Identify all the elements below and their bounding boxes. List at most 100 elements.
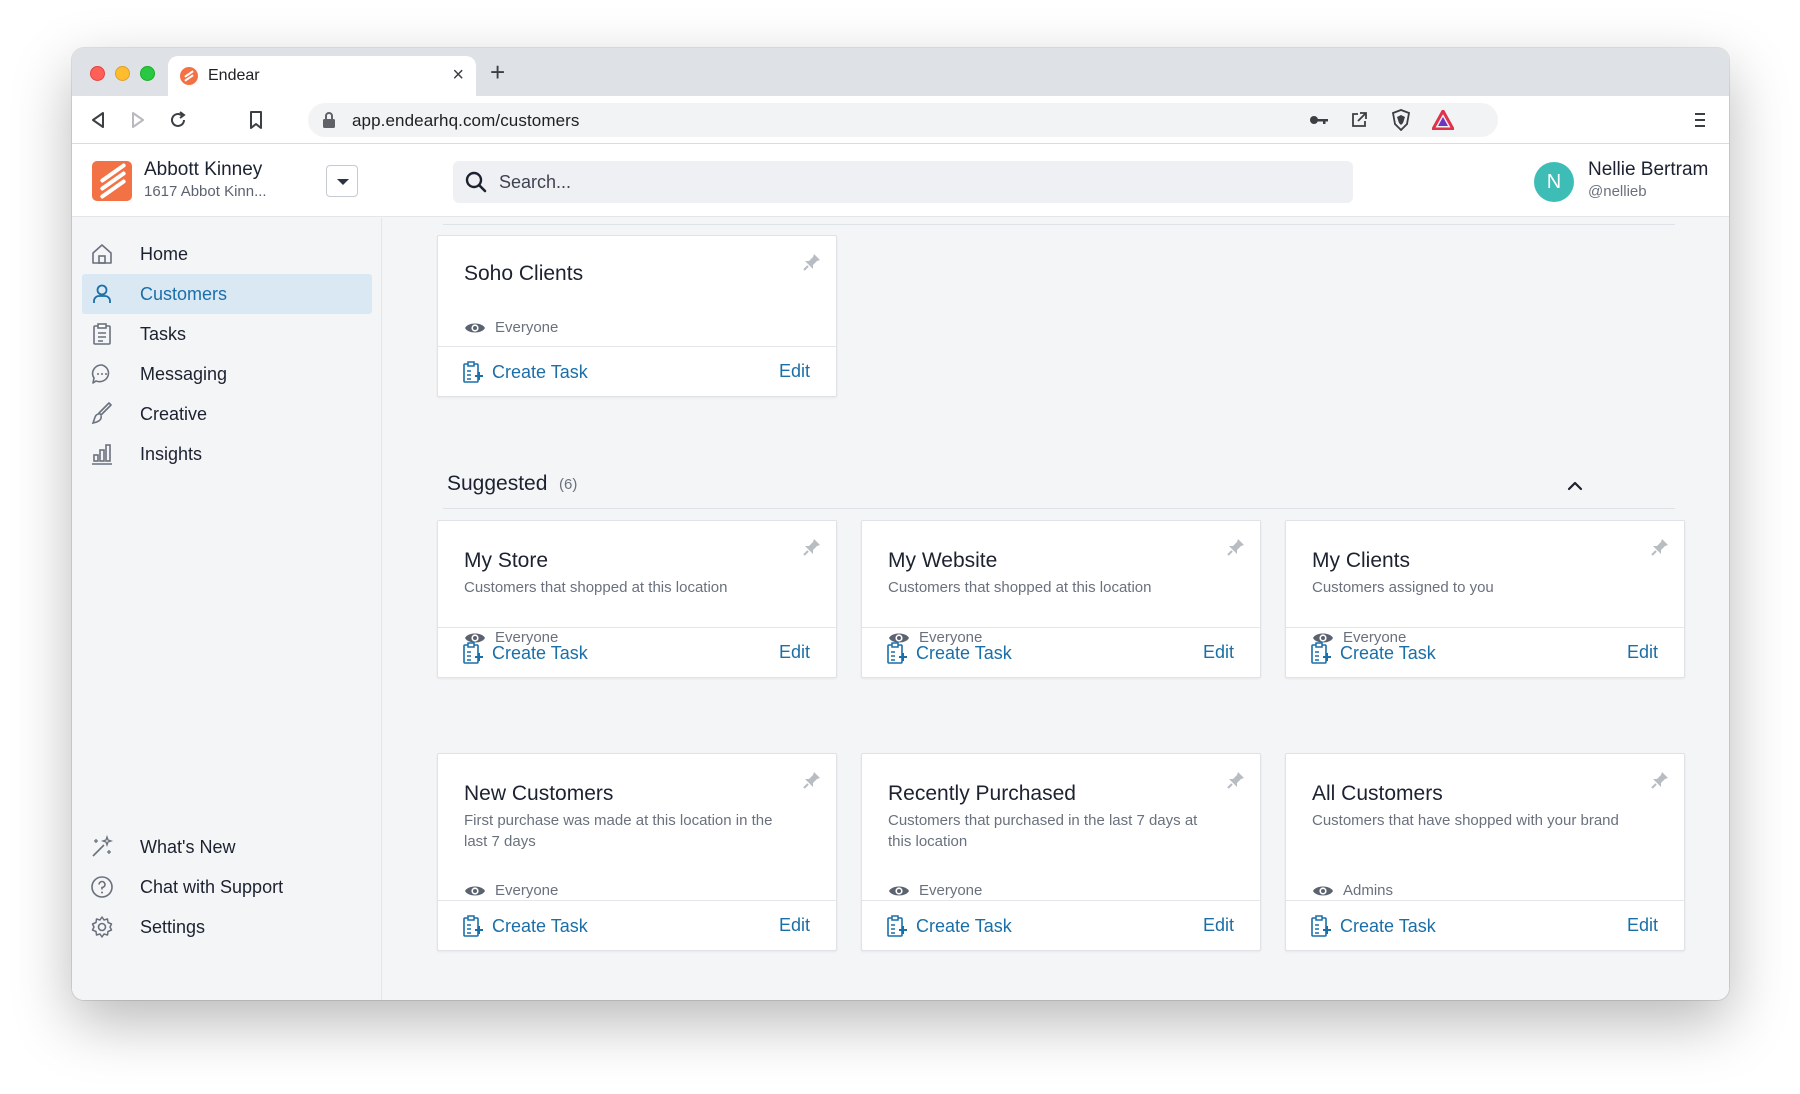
create-task-icon — [463, 361, 483, 383]
edit-link[interactable]: Edit — [779, 361, 810, 382]
sidebar-item-label: Messaging — [140, 364, 228, 384]
create-task-label: Create Task — [916, 915, 1012, 936]
pin-icon[interactable] — [802, 537, 822, 562]
back-icon[interactable] — [86, 108, 110, 132]
close-window-button[interactable] — [90, 66, 105, 81]
pin-icon[interactable] — [1650, 537, 1670, 562]
visibility-label: Everyone — [919, 882, 983, 899]
create-task-label: Create Task — [492, 361, 588, 382]
edit-link[interactable]: Edit — [1627, 642, 1658, 663]
segment-card[interactable]: New Customers First purchase was made at… — [437, 753, 837, 951]
card-description: Customers that shopped at this location — [888, 579, 1152, 596]
pin-icon[interactable] — [1226, 770, 1246, 795]
sidebar-item-customers[interactable]: Customers — [82, 274, 372, 314]
sidebar-item-messaging[interactable]: Messaging — [82, 354, 372, 394]
key-icon[interactable] — [1308, 109, 1330, 131]
app: Abbott Kinney 1617 Abbot Kinn... N Nelli… — [72, 145, 1729, 1000]
endear-logo-icon[interactable] — [92, 161, 132, 201]
user-icon — [90, 282, 114, 306]
create-task-label: Create Task — [1340, 915, 1436, 936]
card-title: Soho Clients — [464, 262, 584, 285]
segment-card[interactable]: All Customers Customers that have shoppe… — [1285, 753, 1685, 951]
pin-icon[interactable] — [1650, 770, 1670, 795]
create-task-button[interactable]: Create Task — [1310, 641, 1436, 665]
edit-link[interactable]: Edit — [1627, 915, 1658, 936]
eye-icon — [465, 886, 485, 895]
visibility: Everyone — [464, 882, 558, 899]
edit-link[interactable]: Edit — [1203, 915, 1234, 936]
sidebar-item-creative[interactable]: Creative — [82, 394, 372, 434]
section-title: Suggested — [447, 472, 548, 495]
browser-tab[interactable]: Endear × — [168, 56, 476, 96]
brave-shield-icon[interactable] — [1390, 109, 1412, 131]
create-task-button[interactable]: Create Task — [462, 641, 588, 665]
create-task-button[interactable]: Create Task — [886, 914, 1012, 938]
visibility: Everyone — [464, 319, 558, 336]
sidebar-item-settings[interactable]: Settings — [82, 907, 372, 947]
card-title: My Clients — [1312, 549, 1411, 572]
create-task-button[interactable]: Create Task — [1310, 914, 1436, 938]
card-footer: Create Task Edit — [862, 627, 1260, 677]
sidebar-item-home[interactable]: Home — [82, 234, 372, 274]
pin-icon[interactable] — [1226, 537, 1246, 562]
menu-icon[interactable] — [1688, 108, 1712, 132]
create-task-button[interactable]: Create Task — [462, 360, 588, 384]
address-bar[interactable]: app.endearhq.com/customers — [308, 103, 1498, 137]
store-name[interactable]: Abbott Kinney — [144, 159, 262, 181]
edit-link[interactable]: Edit — [779, 915, 810, 936]
sidebar-item-tasks[interactable]: Tasks — [82, 314, 372, 354]
home-icon — [90, 242, 114, 266]
user-handle: @nellieb — [1588, 183, 1647, 200]
sidebar-item-label: Creative — [140, 404, 208, 424]
chevron-up-icon[interactable] — [1563, 474, 1587, 498]
open-external-icon[interactable] — [1348, 109, 1370, 131]
edit-link[interactable]: Edit — [779, 642, 810, 663]
segment-card[interactable]: My Clients Customers assigned to you Eve… — [1285, 520, 1685, 678]
search-icon — [465, 171, 487, 198]
pin-icon[interactable] — [802, 252, 822, 277]
forward-icon[interactable] — [126, 108, 150, 132]
avatar[interactable]: N — [1534, 162, 1574, 202]
sidebar-item-chat-support[interactable]: Chat with Support — [82, 867, 372, 907]
eye-icon — [1313, 886, 1333, 895]
edit-link[interactable]: Edit — [1203, 642, 1234, 663]
brave-rewards-icon[interactable] — [1432, 109, 1454, 131]
divider — [443, 508, 1675, 509]
segment-card[interactable]: Soho Clients Everyone Create Task Edit — [437, 235, 837, 397]
endear-favicon-icon — [180, 67, 198, 85]
card-title: My Store — [464, 549, 549, 572]
card-description: First purchase was made at this location… — [464, 812, 773, 850]
app-header: Abbott Kinney 1617 Abbot Kinn... N Nelli… — [72, 145, 1729, 217]
browser-toolbar: app.endearhq.com/customers — [72, 96, 1729, 144]
card-footer: Create Task Edit — [438, 900, 836, 950]
create-task-button[interactable]: Create Task — [462, 914, 588, 938]
sidebar-item-whats-new[interactable]: What's New — [82, 827, 372, 867]
card-footer: Create Task Edit — [1286, 627, 1684, 677]
user-name[interactable]: Nellie Bertram — [1588, 159, 1708, 181]
card-title: Recently Purchased — [888, 782, 1076, 805]
card-description: Customers assigned to you — [1312, 579, 1494, 596]
segment-card[interactable]: Recently Purchased Customers that purcha… — [861, 753, 1261, 951]
visibility-label: Everyone — [495, 882, 559, 899]
new-tab-button[interactable]: + — [490, 58, 505, 86]
search-input[interactable] — [499, 161, 1319, 203]
tab-title: Endear — [208, 67, 260, 84]
brush-icon — [90, 402, 114, 426]
reload-icon[interactable] — [166, 108, 190, 132]
pin-icon[interactable] — [802, 770, 822, 795]
search-bar[interactable] — [453, 161, 1353, 203]
eye-icon — [889, 886, 909, 895]
segment-card[interactable]: My Website Customers that shopped at thi… — [861, 520, 1261, 678]
sidebar: Home Customers Tasks Messaging Creative … — [72, 218, 382, 1000]
segment-card[interactable]: My Store Customers that shopped at this … — [437, 520, 837, 678]
sidebar-item-insights[interactable]: Insights — [82, 434, 372, 474]
minimize-window-button[interactable] — [115, 66, 130, 81]
create-task-button[interactable]: Create Task — [886, 641, 1012, 665]
create-task-label: Create Task — [1340, 642, 1436, 663]
card-title: New Customers — [464, 782, 614, 805]
sparkles-icon — [90, 834, 114, 859]
maximize-window-button[interactable] — [140, 66, 155, 81]
store-dropdown-button[interactable] — [326, 165, 358, 197]
tab-close-icon[interactable]: × — [452, 65, 464, 85]
bookmark-icon[interactable] — [244, 108, 268, 132]
